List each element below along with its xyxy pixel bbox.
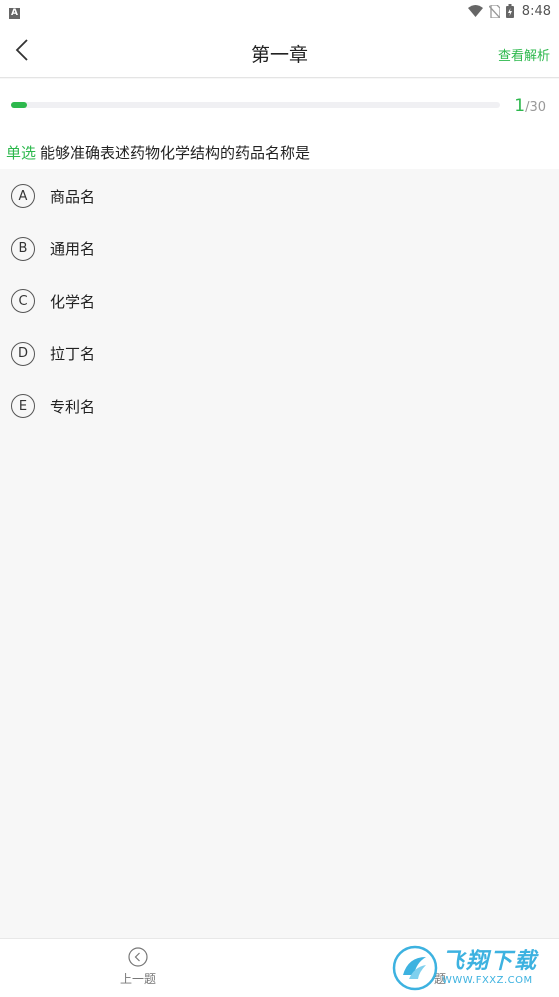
option-letter: C xyxy=(11,289,35,314)
option-text: 拉丁名 xyxy=(50,345,96,364)
option-b[interactable]: B 通用名 xyxy=(0,223,559,276)
option-text: 专利名 xyxy=(50,397,96,416)
prev-question-label: 上一题 xyxy=(119,972,156,986)
option-d[interactable]: D 拉丁名 xyxy=(0,328,559,381)
progress-counter: 1/30 xyxy=(514,96,546,116)
option-c[interactable]: C 化学名 xyxy=(0,275,559,328)
notification-area: A xyxy=(9,4,20,19)
option-letter: E xyxy=(11,394,35,419)
progress-current: 1 xyxy=(514,96,526,116)
option-a[interactable]: A 商品名 xyxy=(0,170,559,223)
next-question-button[interactable]: 下一题 xyxy=(398,947,458,995)
option-text: 商品名 xyxy=(50,187,96,206)
progress-section: 1/30 xyxy=(0,79,559,135)
view-analysis-button[interactable]: 查看解析 xyxy=(498,45,550,64)
no-sim-icon xyxy=(488,4,500,18)
progress-fill xyxy=(11,102,28,108)
top-nav-bar: 第一章 查看解析 xyxy=(0,22,559,78)
bottom-nav-bar: 上一题 下一题 xyxy=(0,938,559,997)
next-question-label: 下一题 xyxy=(409,972,446,986)
option-text: 化学名 xyxy=(50,292,96,311)
question-text: 能够准确表述药物化学结构的药品名称是 xyxy=(40,144,311,162)
status-time: 8:48 xyxy=(521,3,551,19)
status-bar: A 8:48 xyxy=(0,0,559,22)
option-text: 通用名 xyxy=(50,240,96,259)
notification-app-icon: A xyxy=(9,7,20,19)
option-letter: A xyxy=(11,184,35,209)
option-e[interactable]: E 专利名 xyxy=(0,380,559,433)
page-title: 第一章 xyxy=(250,44,308,66)
progress-bar xyxy=(11,102,500,108)
system-icons: 8:48 xyxy=(467,3,551,19)
option-letter: D xyxy=(11,341,35,366)
answer-options: A 商品名 B 通用名 C 化学名 D 拉丁名 E 专利名 xyxy=(0,170,559,433)
battery-icon xyxy=(505,4,514,18)
chevron-left-circle-icon xyxy=(128,947,148,967)
question-type-label: 单选 xyxy=(6,144,37,162)
prev-question-button[interactable]: 上一题 xyxy=(108,947,168,995)
wifi-icon xyxy=(467,5,483,17)
progress-total: /30 xyxy=(525,100,546,115)
option-letter: B xyxy=(11,236,35,261)
question-stem: 单选 能够准确表述药物化学结构的药品名称是 xyxy=(0,135,559,169)
